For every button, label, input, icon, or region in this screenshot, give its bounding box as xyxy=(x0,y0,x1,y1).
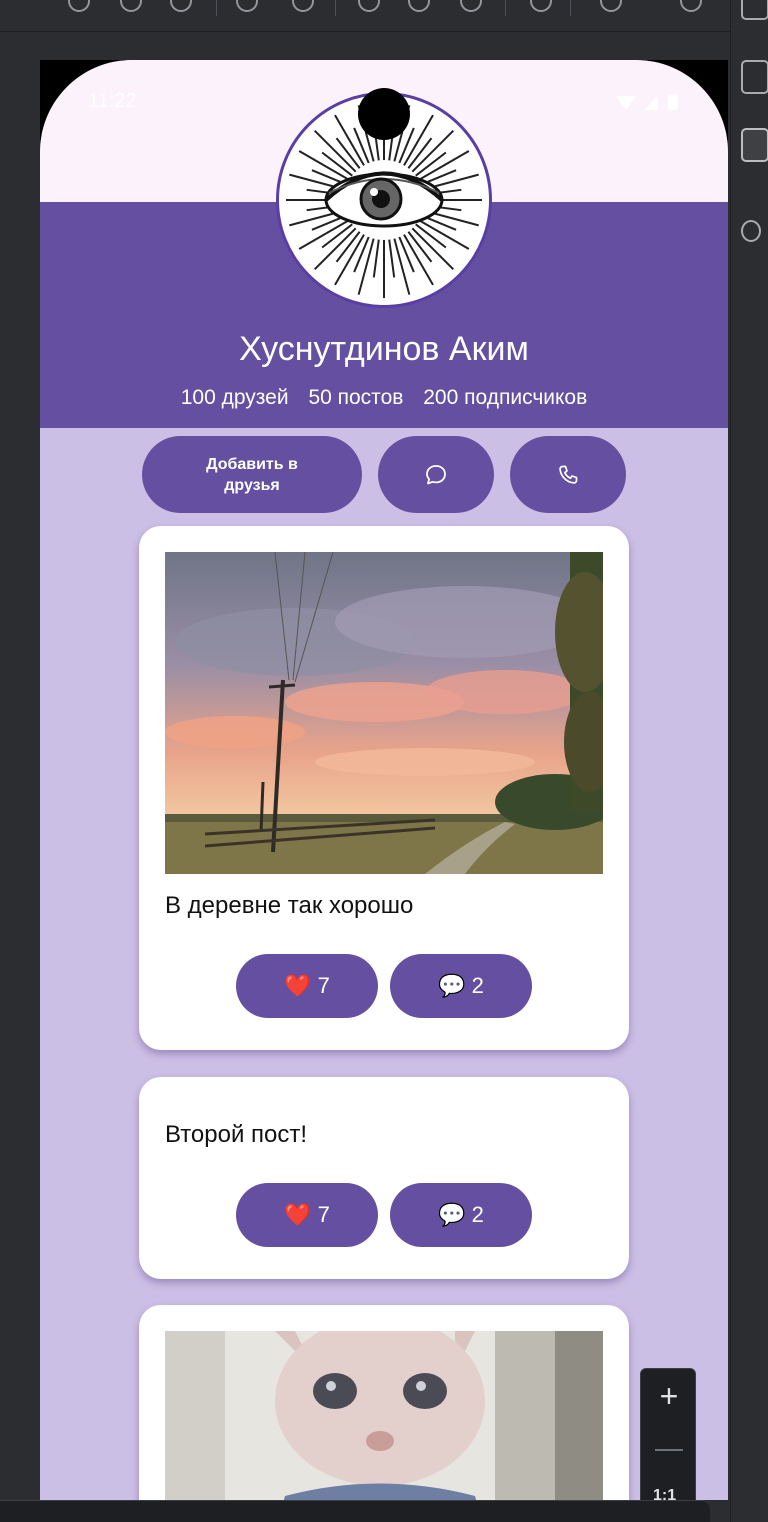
post-image-sunset[interactable] xyxy=(165,552,603,874)
profile-stats: 100 друзей 50 постов 200 подписчиков xyxy=(40,386,728,410)
home-icon[interactable] xyxy=(408,0,430,12)
eye-ray xyxy=(411,129,455,173)
status-icons xyxy=(614,92,684,117)
profile-name: Хуснутдинов Аким xyxy=(239,330,529,368)
zoom-controls: + 1:1 xyxy=(640,1368,696,1518)
post-text: Второй пост! xyxy=(165,1121,308,1148)
friends-count[interactable]: 100 друзей xyxy=(181,386,289,409)
zoom-out-button[interactable] xyxy=(655,1449,683,1451)
emulator-device: 11:22 Хуснутдинов Аким 100 друзей 50 пос… xyxy=(40,60,728,1500)
add-friend-button[interactable]: Добавить в друзья xyxy=(142,436,362,513)
camera-cutout xyxy=(358,88,410,140)
followers-count[interactable]: 200 подписчиков xyxy=(423,386,587,409)
like-button[interactable]: ❤️ 7 xyxy=(236,954,378,1018)
comment-button[interactable]: 💬 2 xyxy=(390,954,532,1018)
eye-ray xyxy=(372,239,380,278)
eye-ray xyxy=(313,227,357,271)
phone-screen: 11:22 Хуснутдинов Аким 100 друзей 50 пос… xyxy=(40,60,728,1500)
ide-bottom-bar xyxy=(0,1500,710,1522)
ide-left-rail xyxy=(0,32,40,1522)
toolbar-divider xyxy=(335,0,336,16)
rotate-right-icon[interactable] xyxy=(292,0,314,12)
ide-toolbar xyxy=(0,0,730,32)
comment-count: 2 xyxy=(471,973,484,998)
like-count: 7 xyxy=(317,973,330,998)
toolbar-divider xyxy=(216,0,217,16)
sphynx-cat-photo xyxy=(165,1331,603,1500)
eye-ray xyxy=(393,238,411,295)
volume-down-icon[interactable] xyxy=(170,0,192,12)
more-icon[interactable] xyxy=(600,0,622,12)
toolbar-divider xyxy=(505,0,506,16)
post-card: Второй пост! ❤️ 7 💬 2 xyxy=(139,1077,629,1279)
profile-actions: Добавить в друзья xyxy=(40,436,728,514)
call-button[interactable] xyxy=(510,436,626,513)
post-text: В деревне так хорошо xyxy=(165,892,414,919)
sunset-countryside-photo xyxy=(165,552,603,874)
posts-count[interactable]: 50 постов xyxy=(308,386,403,409)
like-count: 7 xyxy=(317,1202,330,1227)
assistant-icon[interactable] xyxy=(741,220,761,242)
post-card: В деревне так хорошо ❤️ 7 💬 2 xyxy=(139,526,629,1050)
zoom-inspect-icon[interactable] xyxy=(680,0,702,12)
speech-bubble-icon: 💬 xyxy=(438,1202,466,1227)
chat-bubble-icon xyxy=(426,464,446,484)
add-friend-label: Добавить в друзья xyxy=(206,455,298,494)
heart-icon: ❤️ xyxy=(284,973,312,998)
signal-battery-icon xyxy=(616,94,678,110)
eye-ray xyxy=(388,239,396,278)
post-card xyxy=(139,1305,629,1500)
rotate-left-icon[interactable] xyxy=(236,0,258,12)
layout-inspector-icon[interactable] xyxy=(741,0,768,20)
phone-icon xyxy=(559,465,578,484)
post-image-cat[interactable] xyxy=(165,1331,603,1500)
emulator-frame-top xyxy=(40,32,728,60)
heart-icon: ❤️ xyxy=(284,1202,312,1227)
ide-right-rail xyxy=(730,0,768,1522)
device-manager-icon[interactable] xyxy=(741,60,768,94)
eye-ray xyxy=(357,238,375,295)
running-devices-icon[interactable] xyxy=(741,128,768,162)
comment-button[interactable]: 💬 2 xyxy=(390,1183,532,1247)
like-button[interactable]: ❤️ 7 xyxy=(236,1183,378,1247)
screenshot-icon[interactable] xyxy=(530,0,552,12)
eye-ray xyxy=(313,129,357,173)
comment-count: 2 xyxy=(471,1202,484,1227)
message-button[interactable] xyxy=(378,436,494,513)
eye-ray xyxy=(411,227,455,271)
volume-up-icon[interactable] xyxy=(120,0,142,12)
speech-bubble-icon: 💬 xyxy=(438,973,466,998)
status-time: 11:22 xyxy=(88,90,137,112)
toolbar-divider xyxy=(570,0,571,16)
power-icon[interactable] xyxy=(68,0,90,12)
overview-icon[interactable] xyxy=(460,0,482,12)
zoom-in-button[interactable]: + xyxy=(655,1380,683,1412)
back-icon[interactable] xyxy=(358,0,380,12)
